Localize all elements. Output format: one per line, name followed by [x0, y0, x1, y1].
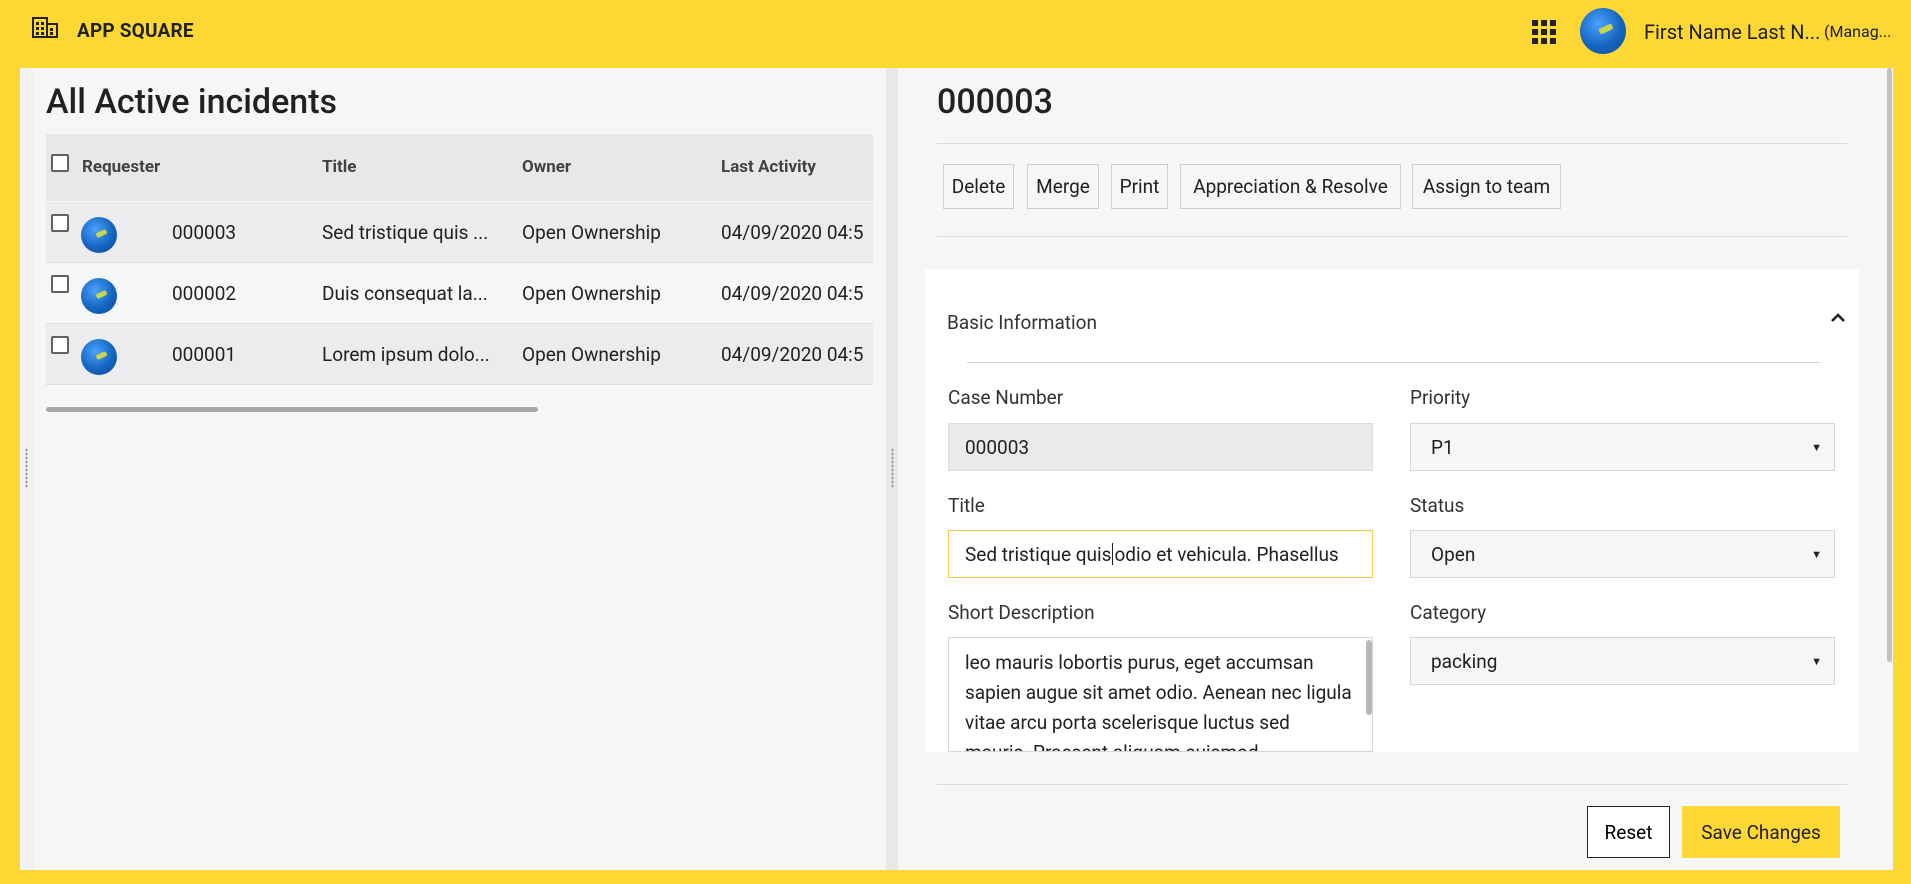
table-row[interactable]: 000002 Duis consequat la... Open Ownersh… [46, 263, 873, 324]
panel-splitter[interactable] [886, 68, 898, 870]
row-id: 000001 [172, 343, 237, 366]
status-value: Open [1431, 542, 1476, 566]
priority-value: P1 [1431, 435, 1454, 459]
list-title: All Active incidents [46, 82, 338, 122]
actions-divider [937, 236, 1847, 237]
category-value: packing [1431, 649, 1498, 673]
row-title: Sed tristique quis ... [322, 221, 489, 244]
row-checkbox[interactable] [51, 214, 69, 232]
requester-avatar [81, 278, 117, 314]
table-row[interactable]: 000001 Lorem ipsum dolo... Open Ownershi… [46, 324, 873, 385]
status-label: Status [1410, 494, 1465, 517]
row-checkbox[interactable] [51, 336, 69, 354]
title-label: Title [948, 494, 985, 517]
table-row[interactable]: 000003 Sed tristique quis ... Open Owner… [46, 202, 873, 263]
title-value-before: Sed tristique quis [965, 542, 1112, 566]
section-divider [967, 362, 1820, 363]
app-title: APP SQUARE [77, 19, 194, 42]
col-owner[interactable]: Owner [522, 157, 571, 177]
col-last-activity[interactable]: Last Activity [721, 157, 816, 177]
save-changes-button[interactable]: Save Changes [1682, 806, 1840, 858]
requester-avatar [81, 339, 117, 375]
title-field[interactable]: Sed tristique quis odio et vehicula. Pha… [948, 530, 1373, 578]
top-bar: APP SQUARE First Name Last N... (Manag..… [0, 0, 1911, 68]
apps-grid-icon[interactable] [1532, 20, 1556, 44]
priority-select[interactable]: P1 ▼ [1410, 423, 1835, 471]
footer-divider [937, 784, 1847, 785]
print-button[interactable]: Print [1111, 164, 1168, 209]
title-divider [937, 143, 1847, 144]
row-id: 000003 [172, 221, 237, 244]
case-number-field: 000003 [948, 423, 1373, 471]
section-title: Basic Information [947, 311, 1097, 334]
title-value-after: odio et vehicula. Phasellus [1114, 542, 1339, 566]
row-title: Lorem ipsum dolo... [322, 343, 490, 366]
merge-button[interactable]: Merge [1027, 164, 1099, 209]
col-title[interactable]: Title [322, 157, 356, 177]
caret-down-icon: ▼ [1811, 441, 1822, 454]
row-checkbox[interactable] [51, 275, 69, 293]
table-header: Requester Title Owner Last Activity [46, 134, 873, 201]
assign-to-team-button[interactable]: Assign to team [1412, 164, 1561, 209]
left-splitter[interactable] [20, 68, 34, 870]
caret-down-icon: ▼ [1811, 548, 1822, 561]
row-owner: Open Ownership [522, 221, 661, 244]
priority-label: Priority [1410, 386, 1471, 409]
user-role: (Manag... [1824, 22, 1892, 41]
user-avatar[interactable] [1580, 8, 1626, 54]
status-select[interactable]: Open ▼ [1410, 530, 1835, 578]
detail-title: 000003 [937, 82, 1053, 122]
row-owner: Open Ownership [522, 282, 661, 305]
appreciation-resolve-button[interactable]: Appreciation & Resolve [1180, 164, 1401, 209]
building-icon [32, 17, 58, 38]
row-id: 000002 [172, 282, 237, 305]
row-last-activity: 04/09/2020 04:5 [721, 221, 864, 244]
col-requester[interactable]: Requester [82, 157, 160, 177]
row-title: Duis consequat la... [322, 282, 488, 305]
textarea-scrollbar[interactable] [1366, 640, 1372, 715]
delete-button[interactable]: Delete [943, 164, 1014, 209]
category-label: Category [1410, 601, 1487, 624]
reset-button[interactable]: Reset [1587, 806, 1670, 858]
caret-down-icon: ▼ [1811, 655, 1822, 668]
case-number-label: Case Number [948, 386, 1064, 409]
table-horizontal-scrollbar[interactable] [46, 407, 538, 412]
row-last-activity: 04/09/2020 04:5 [721, 343, 864, 366]
row-last-activity: 04/09/2020 04:5 [721, 282, 864, 305]
requester-avatar [81, 217, 117, 253]
detail-scrollbar[interactable] [1886, 68, 1893, 870]
chevron-up-icon[interactable] [1828, 308, 1848, 328]
category-select[interactable]: packing ▼ [1410, 637, 1835, 685]
text-caret [1112, 543, 1114, 565]
user-name[interactable]: First Name Last N... [1644, 20, 1820, 44]
short-description-label: Short Description [948, 601, 1095, 624]
incidents-table: Requester Title Owner Last Activity 0000… [46, 134, 873, 386]
short-description-field[interactable]: leo mauris lobortis purus, eget accumsan… [948, 637, 1373, 752]
select-all-checkbox[interactable] [51, 154, 69, 172]
row-owner: Open Ownership [522, 343, 661, 366]
